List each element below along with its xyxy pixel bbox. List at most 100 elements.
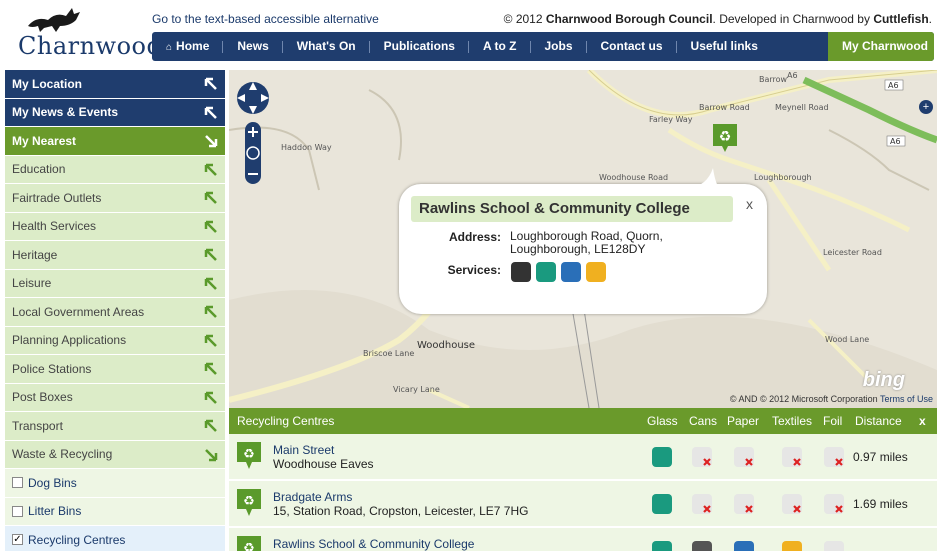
checkbox[interactable]: [12, 505, 23, 517]
sidebar-item-label: Planning Applications: [12, 333, 127, 348]
sidebar-item-label: Dog Bins: [28, 475, 77, 490]
checkbox[interactable]: [12, 477, 23, 489]
recycling-pin-icon: ♻: [237, 442, 261, 469]
bing-logo: bing: [862, 369, 905, 391]
row-name-link[interactable]: Main Street: [273, 443, 334, 457]
road-label: Wood Lane: [825, 335, 869, 344]
paper-unavailable-icon: [734, 447, 754, 467]
glass-available-icon: [652, 494, 672, 514]
expand-map-icon[interactable]: +: [919, 100, 933, 114]
sidebar-item-category[interactable]: Transport: [5, 412, 225, 441]
nav-jobs[interactable]: Jobs: [531, 32, 587, 61]
glass-available-icon: [652, 541, 672, 551]
svg-text:♻: ♻: [719, 129, 732, 145]
sidebar-item-label: Transport: [12, 418, 63, 433]
sidebar-item-label: Leisure: [12, 276, 52, 291]
recycling-pin-icon[interactable]: ♻: [713, 124, 737, 154]
sidebar-item-category[interactable]: Health Services: [5, 212, 225, 241]
main-nav: ⌂ Home News What's On Publications A to Z…: [152, 32, 934, 61]
sidebar-my-location[interactable]: My Location: [5, 70, 225, 99]
svg-text:♻: ♻: [243, 541, 255, 551]
cans-available-icon: [692, 541, 712, 551]
paper-service-icon: [561, 262, 581, 282]
sidebar-subitem[interactable]: Litter Bins: [5, 497, 225, 526]
sidebar-item-label: Litter Bins: [28, 504, 82, 519]
sidebar-item-label: Education: [12, 162, 66, 177]
sidebar-item-category[interactable]: Police Stations: [5, 355, 225, 384]
sidebar-item-label: Recycling Centres: [28, 532, 126, 547]
sidebar-item-category[interactable]: Leisure: [5, 269, 225, 298]
sidebar-item-category[interactable]: Fairtrade Outlets: [5, 184, 225, 213]
arrow-up-left-icon: [204, 277, 217, 290]
map-copyright: © AND © 2012 Microsoft Corporation Terms…: [730, 394, 933, 404]
col-cans: Cans: [689, 414, 718, 428]
sidebar-item-category[interactable]: Post Boxes: [5, 383, 225, 412]
sidebar-subitem[interactable]: ✓ Recycling Centres: [5, 526, 225, 551]
foil-unavailable-icon: [824, 541, 844, 551]
textiles-available-icon: [782, 541, 802, 551]
nav-home-label: Home: [176, 39, 210, 53]
road-label: Leicester Road: [823, 248, 882, 257]
nav-a-to-z[interactable]: A to Z: [469, 32, 531, 61]
table-close-button[interactable]: x: [919, 414, 926, 428]
popup-close-button[interactable]: x: [746, 196, 753, 212]
arrow-up-left-icon: [204, 334, 217, 347]
sidebar-item-label: My News & Events: [12, 105, 119, 120]
glass-available-icon: [652, 447, 672, 467]
road-label: Haddon Way: [281, 143, 332, 152]
arrow-up-left-icon: [204, 419, 217, 432]
credit-end: .: [928, 12, 932, 26]
arrow-up-left-icon: [204, 248, 217, 261]
sidebar-item-label: Police Stations: [12, 361, 92, 376]
logo-text: Charnwood: [18, 32, 163, 60]
road-label: Meynell Road: [775, 103, 829, 112]
charnwood-logo[interactable]: Charnwood: [14, 6, 162, 62]
sidebar-item-category[interactable]: Local Government Areas: [5, 298, 225, 327]
table-row[interactable]: ♻ Main Street Woodhouse Eaves 0.97 miles: [229, 434, 937, 480]
map-controls[interactable]: [237, 76, 271, 188]
row-name-link[interactable]: Bradgate Arms: [273, 490, 352, 504]
sidebar-item-category[interactable]: Education: [5, 155, 225, 184]
col-glass: Glass: [647, 414, 678, 428]
table-row[interactable]: ♻ Rawlins School & Community College: [229, 528, 937, 551]
nav-useful-links[interactable]: Useful links: [677, 32, 772, 61]
nav-my-charnwood[interactable]: My Charnwood: [828, 32, 934, 61]
road-label: A6: [787, 71, 798, 80]
road-label: Woodhouse Road: [599, 173, 668, 182]
credit-year: © 2012: [503, 12, 543, 26]
sidebar-item-label: Waste & Recycling: [12, 447, 113, 462]
nav-home[interactable]: ⌂ Home: [152, 32, 224, 61]
terms-of-use-link[interactable]: Terms of Use: [880, 394, 933, 404]
nav-news[interactable]: News: [223, 32, 284, 61]
popup-pointer: [689, 168, 719, 188]
paper-unavailable-icon: [734, 494, 754, 514]
accessible-alternative-link[interactable]: Go to the text-based accessible alternat…: [152, 12, 379, 26]
map-view[interactable]: Barrow A6 Meynell Road Farley Way Barrow…: [229, 70, 937, 408]
nav-contact-us[interactable]: Contact us: [587, 32, 677, 61]
sidebar-item-category[interactable]: Planning Applications: [5, 326, 225, 355]
nav-publications[interactable]: Publications: [370, 32, 470, 61]
sidebar-my-nearest[interactable]: My Nearest: [5, 127, 225, 156]
recycling-pin-icon: ♻: [237, 536, 261, 551]
location-popup: Rawlins School & Community College x Add…: [399, 168, 767, 314]
checkbox[interactable]: ✓: [12, 534, 23, 546]
sidebar: My Location My News & Events My Nearest …: [5, 70, 225, 551]
sidebar-my-news[interactable]: My News & Events: [5, 98, 225, 127]
sidebar-item-category[interactable]: Heritage: [5, 241, 225, 270]
sidebar-subitem[interactable]: Dog Bins: [5, 469, 225, 498]
arrow-up-left-icon: [204, 391, 217, 404]
sidebar-item-category[interactable]: Waste & Recycling: [5, 440, 225, 469]
svg-text:♻: ♻: [243, 494, 255, 509]
cans-service-icon: [511, 262, 531, 282]
credit-mid: . Developed in Charnwood by: [712, 12, 870, 26]
nav-whats-on[interactable]: What's On: [283, 32, 370, 61]
arrow-up-left-icon: [204, 191, 217, 204]
credit-dev[interactable]: Cuttlefish: [873, 12, 928, 26]
table-row[interactable]: ♻ Bradgate Arms 15, Station Road, Cropston…: [229, 481, 937, 527]
paper-available-icon: [734, 541, 754, 551]
arrow-up-left-icon: [204, 305, 217, 318]
cans-unavailable-icon: [692, 447, 712, 467]
textiles-service-icon: [586, 262, 606, 282]
cans-unavailable-icon: [692, 494, 712, 514]
row-name-link[interactable]: Rawlins School & Community College: [273, 537, 474, 551]
